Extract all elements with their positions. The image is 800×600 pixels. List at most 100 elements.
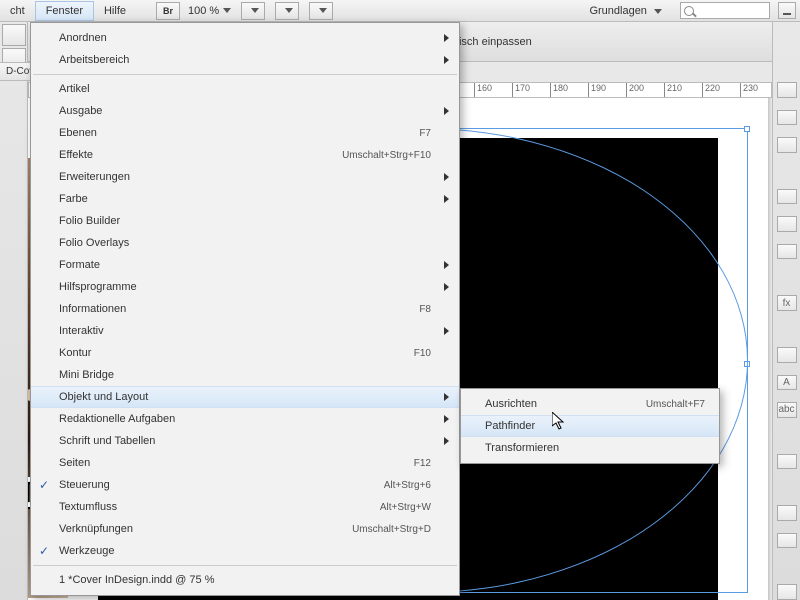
menu-item[interactable]: ✓SteuerungAlt+Strg+6: [31, 474, 459, 496]
color-panel-icon[interactable]: [777, 216, 797, 232]
paragraph-panel-icon[interactable]: [777, 347, 797, 363]
menu-item-fenster[interactable]: Fenster: [35, 1, 94, 21]
submenu-arrow-icon: [444, 107, 449, 115]
ruler-tick: 190: [588, 83, 606, 98]
menu-item[interactable]: Hilfsprogramme: [31, 276, 459, 298]
glyphs-panel-icon[interactable]: abc: [777, 402, 797, 418]
menu-item-hilfe[interactable]: Hilfe: [94, 2, 136, 20]
menu-item[interactable]: KonturF10: [31, 342, 459, 364]
menu-item[interactable]: 1 *Cover InDesign.indd @ 75 %: [31, 569, 459, 591]
menu-item[interactable]: VerknüpfungenUmschalt+Strg+D: [31, 518, 459, 540]
menu-item-label: Ausgabe: [59, 105, 431, 117]
workspace-switcher[interactable]: Grundlagen: [581, 3, 670, 19]
menu-item-label: Hilfsprogramme: [59, 281, 431, 293]
menu-item-label: Informationen: [59, 303, 419, 315]
menu-item-label: Seiten: [59, 457, 414, 469]
menu-item[interactable]: Schrift und Tabellen: [31, 430, 459, 452]
submenu-arrow-icon: [444, 261, 449, 269]
menu-item[interactable]: Folio Builder: [31, 210, 459, 232]
menu-item-label: Effekte: [59, 149, 342, 161]
menu-item-truncated[interactable]: cht: [0, 2, 35, 20]
pathfinder-panel-icon[interactable]: [777, 533, 797, 549]
menu-item-label: Folio Overlays: [59, 237, 431, 249]
character-panel-icon[interactable]: A: [777, 375, 797, 391]
menu-item[interactable]: EffekteUmschalt+Strg+F10: [31, 144, 459, 166]
submenu-item[interactable]: Transformieren: [461, 437, 719, 459]
menu-item[interactable]: Formate: [31, 254, 459, 276]
menu-item[interactable]: Anordnen: [31, 27, 459, 49]
layers-panel-icon[interactable]: [777, 110, 797, 126]
arrange-docs-button[interactable]: [275, 2, 299, 20]
submenu-item-label: Transformieren: [485, 442, 705, 454]
panel-dock: fx A abc: [772, 22, 800, 600]
menu-item[interactable]: InformationenF8: [31, 298, 459, 320]
resize-handle[interactable]: [744, 126, 750, 132]
ruler-tick: 220: [702, 83, 720, 98]
zoom-value: 100 %: [188, 5, 219, 17]
menu-item[interactable]: Folio Overlays: [31, 232, 459, 254]
object-styles-panel-icon[interactable]: [777, 454, 797, 470]
swatches-panel-icon[interactable]: [777, 244, 797, 260]
menu-item[interactable]: EbenenF7: [31, 122, 459, 144]
menu-shortcut: Alt+Strg+6: [384, 480, 431, 491]
menu-item[interactable]: Erweiterungen: [31, 166, 459, 188]
menu-item-label: Farbe: [59, 193, 431, 205]
menu-item-label: Verknüpfungen: [59, 523, 352, 535]
view-options-button[interactable]: [309, 2, 333, 20]
menu-item[interactable]: Interaktiv: [31, 320, 459, 342]
menu-shortcut: F8: [419, 304, 431, 315]
menu-item[interactable]: Arbeitsbereich: [31, 49, 459, 71]
submenu-arrow-icon: [444, 195, 449, 203]
search-icon: [684, 6, 694, 16]
menu-item-label: Erweiterungen: [59, 171, 431, 183]
menu-item[interactable]: TextumflussAlt+Strg+W: [31, 496, 459, 518]
bridge-button[interactable]: Br: [156, 2, 180, 20]
ruler-tick: 200: [626, 83, 644, 98]
align-panel-icon[interactable]: [777, 505, 797, 521]
tools-panel: [0, 22, 28, 600]
check-icon: ✓: [39, 544, 49, 558]
menu-shortcut: F12: [414, 458, 431, 469]
submenu-arrow-icon: [444, 173, 449, 181]
menu-item-label: Artikel: [59, 83, 431, 95]
menu-item[interactable]: Objekt und Layout: [31, 386, 459, 408]
submenu-item[interactable]: AusrichtenUmschalt+F7: [461, 393, 719, 415]
chevron-down-icon: [285, 8, 293, 13]
ruler-tick: 170: [512, 83, 530, 98]
menu-item[interactable]: ✓ Werkzeuge: [31, 540, 459, 562]
pages-panel-icon[interactable]: [777, 82, 797, 98]
menu-item[interactable]: Ausgabe: [31, 100, 459, 122]
menu-item-label: Anordnen: [59, 32, 431, 44]
menu-item[interactable]: Mini Bridge: [31, 364, 459, 386]
menu-item-label: Werkzeuge: [59, 545, 431, 557]
stroke-panel-icon[interactable]: [777, 189, 797, 205]
menu-item-label: Ebenen: [59, 127, 419, 139]
search-input[interactable]: [680, 2, 770, 19]
menu-shortcut: Umschalt+Strg+D: [352, 524, 431, 535]
panel-icon[interactable]: [777, 584, 797, 600]
menu-item[interactable]: Redaktionelle Aufgaben: [31, 408, 459, 430]
objekt-und-layout-submenu: AusrichtenUmschalt+F7Pathfinder Transform…: [460, 388, 720, 464]
menu-item[interactable]: Artikel: [31, 78, 459, 100]
menu-shortcut: F7: [419, 128, 431, 139]
minimize-button[interactable]: [778, 2, 796, 19]
zoom-picker[interactable]: 100 %: [188, 5, 231, 17]
tool-button[interactable]: [2, 24, 26, 46]
submenu-item[interactable]: Pathfinder: [461, 415, 719, 437]
chevron-down-icon: [319, 8, 327, 13]
menu-item[interactable]: SeitenF12: [31, 452, 459, 474]
menu-item[interactable]: Farbe: [31, 188, 459, 210]
submenu-arrow-icon: [444, 437, 449, 445]
fenster-menu: Anordnen Arbeitsbereich Artikel Ausgabe Eben…: [30, 22, 460, 596]
effects-panel-icon[interactable]: fx: [777, 295, 797, 311]
submenu-arrow-icon: [444, 415, 449, 423]
menu-item-label: 1 *Cover InDesign.indd @ 75 %: [59, 574, 431, 586]
screen-mode-button[interactable]: [241, 2, 265, 20]
ruler-tick: 160: [474, 83, 492, 98]
submenu-arrow-icon: [444, 34, 449, 42]
links-panel-icon[interactable]: [777, 137, 797, 153]
check-icon: ✓: [39, 478, 49, 492]
menu-shortcut: Umschalt+F7: [646, 399, 705, 410]
submenu-arrow-icon: [444, 393, 449, 401]
submenu-arrow-icon: [444, 283, 449, 291]
